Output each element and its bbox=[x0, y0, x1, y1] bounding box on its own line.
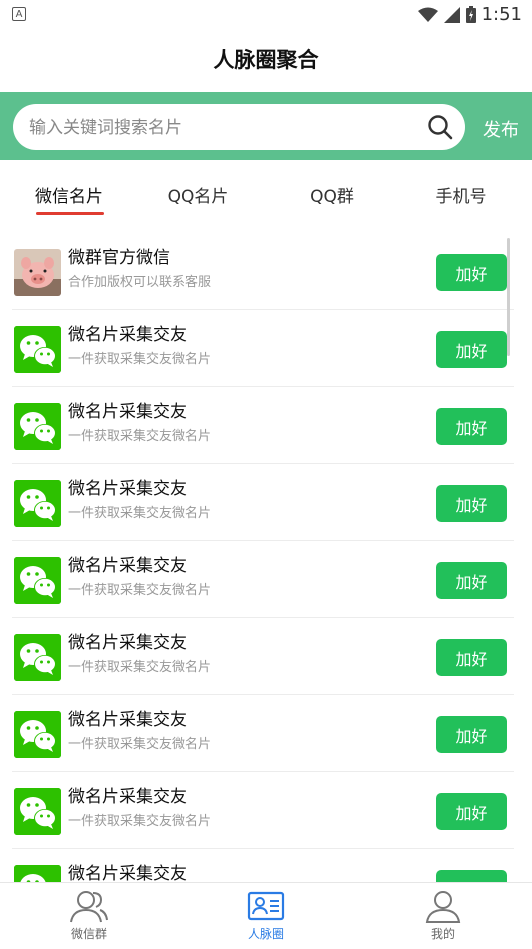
add-friend-button[interactable]: 加好 bbox=[436, 793, 507, 830]
nav-label: 人脉圈 bbox=[247, 927, 284, 941]
search-box[interactable] bbox=[13, 104, 465, 152]
nav-label: 微信群 bbox=[70, 927, 107, 941]
page-title: 人脉圈聚合 bbox=[213, 48, 319, 72]
list-item[interactable]: 微名片采集交友 一件获取采集交友微名片 加好 bbox=[0, 695, 532, 772]
add-friend-button[interactable]: 加好 bbox=[436, 331, 507, 368]
wechat-icon bbox=[14, 634, 61, 681]
tab-bar: 微信名片 QQ名片 QQ群 手机号 bbox=[0, 160, 532, 226]
add-friend-button[interactable]: 加好 bbox=[436, 485, 507, 522]
add-friend-button[interactable]: 加好 bbox=[436, 639, 507, 676]
wechat-icon bbox=[14, 711, 61, 758]
list-item[interactable]: 微名片采集交友 一件获取采集交友微名片 加好 bbox=[0, 541, 532, 618]
search-bar: 发布 bbox=[0, 92, 532, 160]
wechat-icon bbox=[14, 865, 61, 882]
item-title: 微名片采集交友 bbox=[68, 864, 187, 882]
item-subtitle: 一件获取采集交友微名片 bbox=[68, 429, 212, 444]
publish-button[interactable]: 发布 bbox=[483, 116, 519, 142]
add-friend-button[interactable]: 加好 bbox=[436, 870, 507, 882]
tab-qq-card[interactable]: QQ名片 bbox=[168, 182, 229, 207]
item-subtitle: 一件获取采集交友微名片 bbox=[68, 660, 212, 675]
item-title: 微名片采集交友 bbox=[68, 402, 187, 422]
item-subtitle: 一件获取采集交友微名片 bbox=[68, 737, 212, 752]
bottom-nav: 微信群 人脉圈 我的 bbox=[0, 882, 532, 949]
add-friend-button[interactable]: 加好 bbox=[436, 562, 507, 599]
status-right: 1:51 bbox=[417, 4, 522, 25]
add-friend-button[interactable]: 加好 bbox=[436, 716, 507, 753]
list-item[interactable]: 微名片采集交友 一件获取采集交友微名片 加好 bbox=[0, 387, 532, 464]
search-input[interactable] bbox=[27, 104, 421, 152]
add-friend-button[interactable]: 加好 bbox=[436, 408, 507, 445]
wechat-icon bbox=[14, 326, 61, 373]
item-title: 微名片采集交友 bbox=[68, 787, 187, 807]
nav-wechat-group[interactable]: 微信群 bbox=[39, 889, 139, 942]
list-item[interactable]: 微名片采集交友 一件获取采集交友微名片 加好 bbox=[0, 310, 532, 387]
nav-mine[interactable]: 我的 bbox=[393, 889, 493, 942]
signal-icon bbox=[443, 6, 460, 23]
person-icon bbox=[425, 891, 461, 923]
item-subtitle: 一件获取采集交友微名片 bbox=[68, 352, 212, 367]
item-subtitle: 一件获取采集交友微名片 bbox=[68, 814, 212, 829]
search-icon[interactable] bbox=[427, 114, 453, 140]
active-tab-indicator bbox=[36, 212, 104, 215]
tab-phone-number[interactable]: 手机号 bbox=[436, 182, 487, 207]
item-title: 微名片采集交友 bbox=[68, 325, 187, 345]
pig-avatar bbox=[14, 249, 61, 296]
notification-icon: A bbox=[12, 7, 26, 21]
item-title: 微名片采集交友 bbox=[68, 710, 187, 730]
contact-card-icon bbox=[247, 891, 285, 921]
card-list[interactable]: 微群官方微信 合作加版权可以联系客服 加好 微名片采集交友 一件获取采集交友微名… bbox=[0, 233, 532, 882]
list-item[interactable]: 微名片采集交友 一件获取采集交友微名片 加好 bbox=[0, 772, 532, 849]
item-title: 微名片采集交友 bbox=[68, 556, 187, 576]
users-icon bbox=[70, 891, 108, 923]
item-title: 微名片采集交友 bbox=[68, 479, 187, 499]
add-friend-button[interactable]: 加好 bbox=[436, 254, 507, 291]
list-item[interactable]: 微群官方微信 合作加版权可以联系客服 加好 bbox=[0, 233, 532, 310]
list-item[interactable]: 微名片采集交友 一件获取采集交友微名片 加好 bbox=[0, 618, 532, 695]
item-title: 微名片采集交友 bbox=[68, 633, 187, 653]
title-bar: 人脉圈聚合 bbox=[0, 28, 532, 90]
battery-icon bbox=[465, 6, 476, 23]
list-item[interactable]: 微名片采集交友 加好 bbox=[0, 849, 532, 882]
tab-qq-group[interactable]: QQ群 bbox=[310, 182, 354, 207]
list-scrollbar[interactable] bbox=[507, 238, 510, 356]
item-title: 微群官方微信 bbox=[68, 248, 170, 268]
tab-wechat-card[interactable]: 微信名片 bbox=[35, 182, 103, 207]
list-item[interactable]: 微名片采集交友 一件获取采集交友微名片 加好 bbox=[0, 464, 532, 541]
nav-label: 我的 bbox=[430, 927, 455, 941]
item-subtitle: 合作加版权可以联系客服 bbox=[68, 275, 212, 290]
wechat-icon bbox=[14, 557, 61, 604]
wechat-icon bbox=[14, 480, 61, 527]
wechat-icon bbox=[14, 788, 61, 835]
item-subtitle: 一件获取采集交友微名片 bbox=[68, 583, 212, 598]
nav-network-circle[interactable]: 人脉圈 bbox=[216, 889, 316, 942]
wifi-icon bbox=[417, 7, 438, 22]
status-time: 1:51 bbox=[481, 4, 522, 25]
status-bar: A 1:51 bbox=[0, 0, 532, 28]
item-subtitle: 一件获取采集交友微名片 bbox=[68, 506, 212, 521]
wechat-icon bbox=[14, 403, 61, 450]
